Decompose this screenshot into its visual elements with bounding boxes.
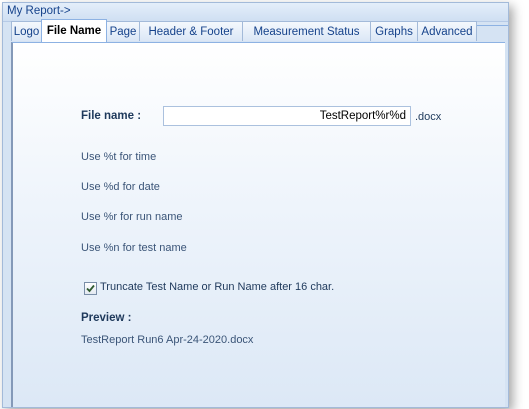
tab-measurement-status[interactable]: Measurement Status: [242, 21, 371, 41]
hint-run-name: Use %r for run name: [81, 211, 183, 223]
checkmark-icon: [86, 284, 95, 293]
file-name-input[interactable]: [163, 106, 411, 126]
preview-value: TestReport Run6 Apr-24-2020.docx: [81, 334, 254, 346]
tab-header-footer[interactable]: Header & Footer: [139, 21, 243, 41]
tab-advanced[interactable]: Advanced: [417, 21, 477, 41]
tab-page[interactable]: Page: [106, 21, 140, 41]
preview-label: Preview :: [81, 312, 132, 324]
report-settings-window: My Report-> Logo File Name Page Header &…: [2, 2, 509, 408]
tab-logo[interactable]: Logo: [11, 21, 42, 41]
tab-graphs[interactable]: Graphs: [370, 21, 418, 41]
file-name-label: File name :: [81, 110, 142, 122]
tab-file-name[interactable]: File Name: [41, 19, 107, 42]
hint-time: Use %t for time: [81, 151, 157, 163]
file-extension-label: .docx: [415, 111, 442, 123]
file-name-panel: File name : .docx Use %t for time Use %d…: [11, 42, 505, 407]
truncate-label[interactable]: Truncate Test Name or Run Name after 16 …: [100, 281, 334, 293]
hint-date: Use %d for date: [81, 181, 160, 193]
tab-strip: Logo File Name Page Header & Footer Meas…: [11, 3, 508, 42]
truncate-checkbox[interactable]: [84, 282, 97, 295]
hint-test-name: Use %n for test name: [81, 242, 187, 254]
